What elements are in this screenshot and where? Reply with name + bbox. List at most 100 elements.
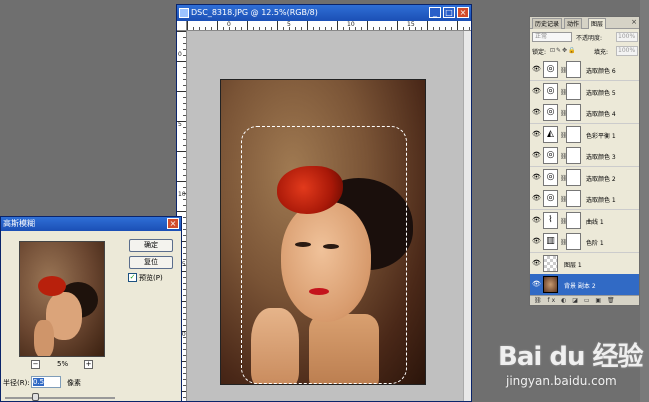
layer-mask-thumbnail[interactable] [566,82,581,100]
minimize-button[interactable]: _ [429,7,441,18]
fill-input[interactable]: 100% [616,46,638,56]
adjust-layer-thumbnail-icon[interactable]: ◎ [543,190,558,207]
adjust-layer-thumbnail-icon[interactable]: ◎ [543,168,558,186]
visibility-eye-icon[interactable]: 👁 [532,281,541,288]
preview-checkbox-label: 预览(P) [139,274,163,282]
dialog-titlebar[interactable]: 高斯模糊 × [1,217,181,231]
document-title: DSC_8318.JPG @ 12.5%(RGB/8) [191,8,318,17]
layer-row[interactable]: 👁 ▥ ⛓ 色阶 1 [530,231,639,253]
layer-name: 选取颜色 4 [586,111,616,118]
tab-history[interactable]: 历史记录 [532,18,563,29]
close-button[interactable]: × [457,7,469,18]
layer-row[interactable]: 👁 ⌇ ⛓ 曲线 1 [530,209,639,232]
zoom-out-button[interactable]: − [31,360,40,369]
visibility-eye-icon[interactable]: 👁 [532,152,541,159]
radius-slider-thumb[interactable] [31,393,39,401]
levels-layer-thumbnail-icon[interactable]: ▥ [543,233,558,250]
visibility-eye-icon[interactable]: 👁 [532,87,541,95]
visibility-eye-icon[interactable]: 👁 [532,238,541,245]
panel-footer-icons[interactable]: ⛓ fx ◐ ◪ ▭ ▣ 🗑 [530,295,639,305]
adjust-layer-thumbnail-icon[interactable]: ◎ [543,61,558,78]
adjust-layer-thumbnail-icon[interactable]: ◎ [543,104,558,121]
layer-mask-thumbnail[interactable] [566,233,581,250]
ruler-tick [457,21,458,30]
ruler-number: 5 [178,121,182,128]
transparent-layer-thumbnail-icon[interactable] [543,254,558,272]
reset-button[interactable]: 复位 [129,256,173,269]
layer-mask-thumbnail[interactable] [566,104,581,121]
blur-preview-image[interactable] [19,241,105,357]
layer-name: 图层 1 [564,261,582,269]
layer-row[interactable]: 👁 图层 1 [530,252,639,275]
portrait-photo[interactable] [220,79,426,385]
ruler-tick [247,21,248,30]
dialog-close-button[interactable]: × [167,218,179,229]
layer-row[interactable]: 👁 ◎ ⛓ 选取颜色 5 [530,80,639,103]
layer-mask-thumbnail[interactable] [566,211,581,229]
vertical-scrollbar[interactable] [463,31,471,401]
layer-row[interactable]: 👁 ◭ ⛓ 色彩平衡 1 [530,123,639,146]
tab-actions[interactable]: 动作 [564,18,583,29]
layer-mask-thumbnail[interactable] [566,61,581,78]
visibility-eye-icon[interactable]: 👁 [532,109,541,116]
opacity-label: 不透明度: [576,35,603,42]
radius-input[interactable]: 0.5 [31,376,61,388]
ruler-tick [217,21,218,30]
visibility-eye-icon[interactable]: 👁 [532,173,541,181]
adjust-layer-thumbnail-icon[interactable]: ◎ [543,147,558,164]
zoom-in-button[interactable]: + [84,360,93,369]
layer-mask-thumbnail[interactable] [566,125,581,143]
lock-icons[interactable]: ⊡✎✥🔒 [550,47,577,54]
panel-close-icon[interactable]: × [631,18,637,26]
ruler-tick [177,31,186,32]
visibility-eye-icon[interactable]: 👁 [532,216,541,224]
layer-row[interactable]: 👁 ◎ ⛓ 选取颜色 2 [530,166,639,189]
layer-mask-thumbnail[interactable] [566,168,581,186]
photo-layer-thumbnail-icon[interactable] [543,276,558,293]
maximize-button[interactable]: □ [443,7,455,18]
curves-layer-thumbnail-icon[interactable]: ⌇ [543,211,558,229]
dialog-title: 高斯模糊 [3,219,35,228]
preview-checkbox[interactable]: ✓ [128,273,137,282]
visibility-eye-icon[interactable]: 👁 [532,130,541,138]
ruler-tick [307,21,308,30]
layer-row[interactable]: 👁 ◎ ⛓ 选取颜色 4 [530,102,639,124]
document-window: DSC_8318.JPG @ 12.5%(RGB/8) _ □ × 0 5 10 15… [176,4,472,402]
adjust-layer-thumbnail-icon[interactable]: ◎ [543,82,558,100]
ruler-corner[interactable] [177,21,187,31]
opacity-input[interactable]: 100% [616,32,638,42]
ruler-tick [177,91,186,92]
ruler-tick [427,21,428,30]
ruler-tick [277,21,278,30]
layer-row[interactable]: 👁 ◎ ⛓ 选取颜色 3 [530,145,639,167]
layer-name: 色阶 1 [586,240,604,247]
preview-hand [34,320,54,356]
radius-slider-track[interactable] [5,397,115,399]
preview-flower [38,276,66,296]
visibility-eye-icon[interactable]: 👁 [532,195,541,202]
ruler-horizontal[interactable]: 0 5 10 15 [187,21,471,31]
tab-layers[interactable]: 图层 [588,18,607,29]
visibility-eye-icon[interactable]: 👁 [532,259,541,267]
ruler-number: 10 [347,21,355,28]
ruler-tick [397,21,398,30]
marquee-selection [241,126,407,384]
visibility-eye-icon[interactable]: 👁 [532,66,541,73]
baidu-watermark: Bai du 经验 jingyan.baidu.com [498,336,646,396]
canvas-area[interactable] [187,31,463,401]
layer-name: 选取颜色 6 [586,68,616,75]
watermark-url: jingyan.baidu.com [506,374,617,388]
balance-layer-thumbnail-icon[interactable]: ◭ [543,125,558,143]
ruler-tick [177,211,186,212]
layer-row[interactable]: 👁 ◎ ⛓ 选取颜色 1 [530,188,639,210]
layer-mask-thumbnail[interactable] [566,190,581,207]
layer-mask-thumbnail[interactable] [566,147,581,164]
layers-panel: 历史记录 动作 图层 × 正常 不透明度: 100% 锁定: ⊡✎✥🔒 填充: … [529,16,640,306]
blend-mode-select[interactable]: 正常 [532,32,572,42]
document-titlebar[interactable]: DSC_8318.JPG @ 12.5%(RGB/8) _ □ × [177,5,471,21]
ok-button[interactable]: 确定 [129,239,173,252]
photoshop-workspace: DSC_8318.JPG @ 12.5%(RGB/8) _ □ × 0 5 10 15… [0,0,649,402]
layer-row[interactable]: 👁 背景 副本 2 [530,274,639,295]
layer-row[interactable]: 👁 ◎ ⛓ 选取颜色 6 [530,59,639,81]
watermark-logo: Bai du 经验 [498,342,643,372]
